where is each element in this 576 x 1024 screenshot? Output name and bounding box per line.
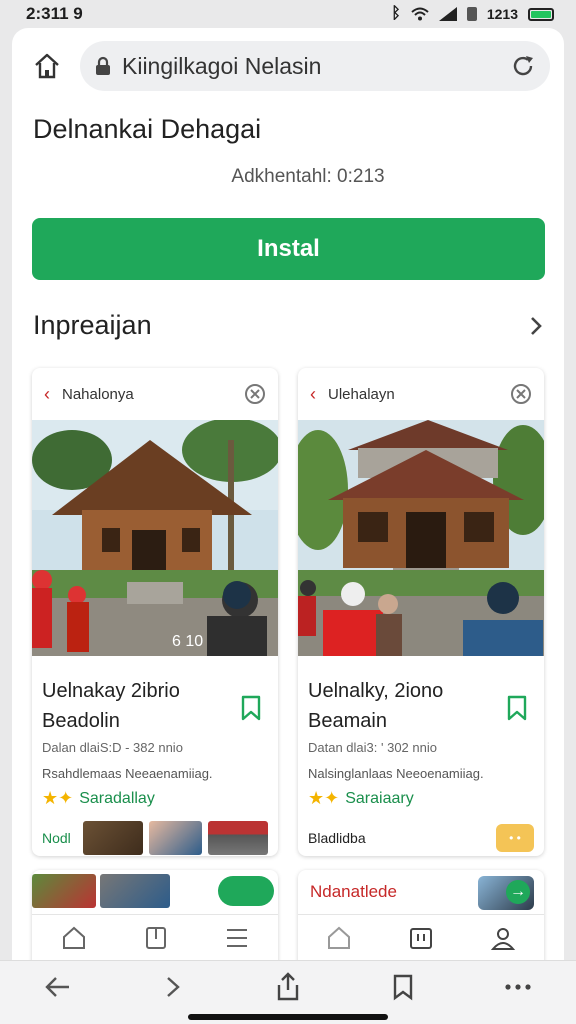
photo-caption: 6 10 [172, 633, 203, 650]
more-icon[interactable] [504, 983, 532, 991]
book-icon[interactable] [144, 925, 168, 951]
forward-chevron-icon[interactable] [161, 974, 185, 1000]
card-meta-description: Nalsinglanlaas Neeoenamiiag. [308, 766, 484, 781]
rating-label: Saraiaary [345, 789, 414, 807]
bookmarks-icon[interactable] [391, 973, 415, 1001]
reload-icon[interactable] [510, 53, 536, 79]
section-header[interactable]: Inpreaijan [33, 310, 545, 341]
close-circle-icon[interactable] [510, 383, 532, 405]
back-arrow-icon[interactable] [44, 974, 72, 1000]
sim-icon [466, 7, 477, 21]
toggle-switch[interactable] [218, 876, 274, 906]
bookmark-icon[interactable] [504, 694, 530, 722]
status-icons: ᛒ 1213 [391, 5, 554, 23]
section-title: Inpreaijan [33, 310, 152, 340]
footer-label: Nodl [42, 830, 71, 846]
card-title-line2: Beamain [308, 710, 387, 732]
card-header-name: Ulehalayn [328, 385, 395, 403]
card-thumbnail-strip [32, 874, 170, 908]
footer-thumbnail-1[interactable] [82, 821, 144, 855]
card-header-name: Nahalonya [62, 385, 134, 403]
install-button[interactable]: Instal [32, 218, 545, 280]
star-icon: ★✦ [42, 788, 74, 808]
calendar-icon[interactable] [408, 925, 434, 951]
page-subtitle: Adkhentahl: 0:213 [231, 166, 385, 187]
footer-thumbnail-3[interactable] [207, 821, 269, 855]
card-header: ‹ Ulehalayn [298, 368, 544, 420]
status-bar: 2:311 9 ᛒ 1213 [0, 0, 576, 28]
browser-sheet: Kiingilkagoi Nelasin Delnankai Dehagai A… [12, 28, 564, 960]
footer-label: Bladlidba [308, 830, 366, 846]
card-tab-bar-right [298, 914, 544, 960]
card-thumbnail-1[interactable] [32, 874, 96, 908]
wifi-icon [411, 7, 429, 21]
card-title[interactable]: Uelnalky, 2iono Beamain [308, 676, 498, 736]
home-icon[interactable] [32, 51, 62, 81]
lower-card-title: Ndanatlede [310, 882, 397, 901]
home-indicator[interactable] [188, 1014, 388, 1020]
card-meta-distance: Dalan dlaiS:D - 382 nnio [42, 740, 183, 755]
card-meta-description: Rsahdlemaas Neeaenamiiag. [42, 766, 213, 781]
card-header: ‹ Nahalonya [32, 368, 278, 420]
status-right-text: 1213 [486, 6, 518, 22]
bookmark-icon[interactable] [238, 694, 264, 722]
page-title: Delnankai Dehagai [33, 114, 262, 144]
card-rating: ★✦ Saraiaary [308, 788, 414, 809]
card-footer: Bladlidba • • [308, 820, 534, 856]
bluetooth-icon: ᛒ [391, 5, 401, 22]
forward-arrow-icon[interactable]: → [506, 880, 530, 904]
card-title-line1: Uelnakay 2ibrio [42, 680, 180, 702]
close-circle-icon[interactable] [244, 383, 266, 405]
star-icon: ★✦ [308, 788, 340, 808]
footer-thumbnail-2[interactable] [149, 821, 202, 855]
card-footer: Nodl [42, 820, 269, 856]
card-thumbnail-2[interactable] [100, 874, 170, 908]
back-arrow-icon[interactable]: ‹ [44, 384, 50, 405]
share-icon[interactable] [274, 971, 302, 1002]
address-field[interactable]: Kiingilkagoi Nelasin [80, 41, 550, 91]
place-photo[interactable]: 6 10 [32, 420, 278, 656]
place-card-2[interactable]: ‹ Ulehalayn Uelnalky, 2iono Beamain Data… [298, 368, 544, 856]
card-title[interactable]: Uelnakay 2ibrio Beadolin [42, 676, 232, 736]
card-title-line1: Uelnalky, 2iono [308, 680, 444, 702]
back-arrow-icon[interactable]: ‹ [310, 384, 316, 405]
battery-icon [528, 7, 554, 21]
card-rating: ★✦ Saradallay [42, 788, 155, 809]
home-icon[interactable] [326, 925, 352, 951]
rating-label: Saradallay [79, 789, 155, 807]
url-bar: Kiingilkagoi Nelasin [12, 38, 564, 94]
status-time: 2:311 9 [26, 4, 83, 23]
url-text: Kiingilkagoi Nelasin [122, 52, 322, 79]
profile-icon[interactable] [490, 925, 516, 951]
chevron-right-icon[interactable] [527, 315, 545, 337]
menu-icon[interactable] [225, 927, 249, 949]
place-photo[interactable] [298, 420, 544, 656]
card-tab-bar-left [32, 914, 278, 960]
signal-icon [438, 7, 457, 21]
card-meta-distance: Datan dlai3: ' 302 nnio [308, 740, 437, 755]
place-card-1[interactable]: ‹ Nahalonya 6 10 Uelnakay 2ibrio Beadoli… [32, 368, 278, 856]
tag-badge[interactable]: • • [496, 824, 534, 852]
home-icon[interactable] [61, 925, 87, 951]
card-title-line2: Beadolin [42, 710, 120, 732]
lock-icon [94, 56, 112, 76]
